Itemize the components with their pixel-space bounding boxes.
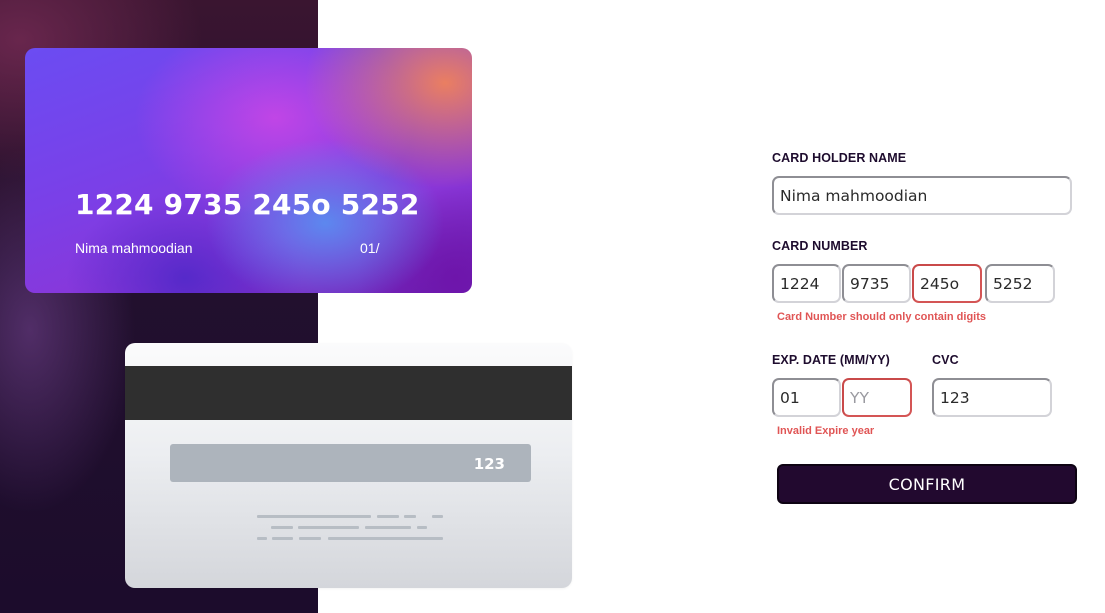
- cvc-input[interactable]: [932, 378, 1052, 417]
- card-number-input-1[interactable]: [772, 264, 841, 303]
- exp-date-label: EXP. DATE (MM/YY): [772, 353, 890, 367]
- card-number-label: CARD NUMBER: [772, 239, 868, 253]
- card-back: 123: [125, 343, 572, 588]
- cvc-label: CVC: [932, 353, 959, 367]
- card-back-fine-print: [125, 343, 572, 588]
- exp-date-error: Invalid Expire year: [777, 425, 875, 437]
- card-number-input-4[interactable]: [985, 264, 1055, 303]
- card-holder-label: CARD HOLDER NAME: [772, 151, 907, 165]
- card-holder-input[interactable]: [772, 176, 1072, 215]
- card-front-holder-name: Nima mahmoodian: [75, 240, 193, 256]
- card-front: 1224 9735 245o 5252 Nima mahmoodian 01/: [25, 48, 472, 293]
- card-number-input-3[interactable]: [912, 264, 982, 303]
- card-number-error: Card Number should only contain digits: [777, 311, 987, 323]
- exp-month-input[interactable]: [772, 378, 841, 417]
- card-front-expiry: 01/: [360, 240, 380, 256]
- exp-year-input[interactable]: [842, 378, 912, 417]
- confirm-button[interactable]: CONFIRM: [777, 464, 1077, 504]
- card-number-input-2[interactable]: [842, 264, 911, 303]
- card-front-number: 1224 9735 245o 5252: [75, 188, 420, 221]
